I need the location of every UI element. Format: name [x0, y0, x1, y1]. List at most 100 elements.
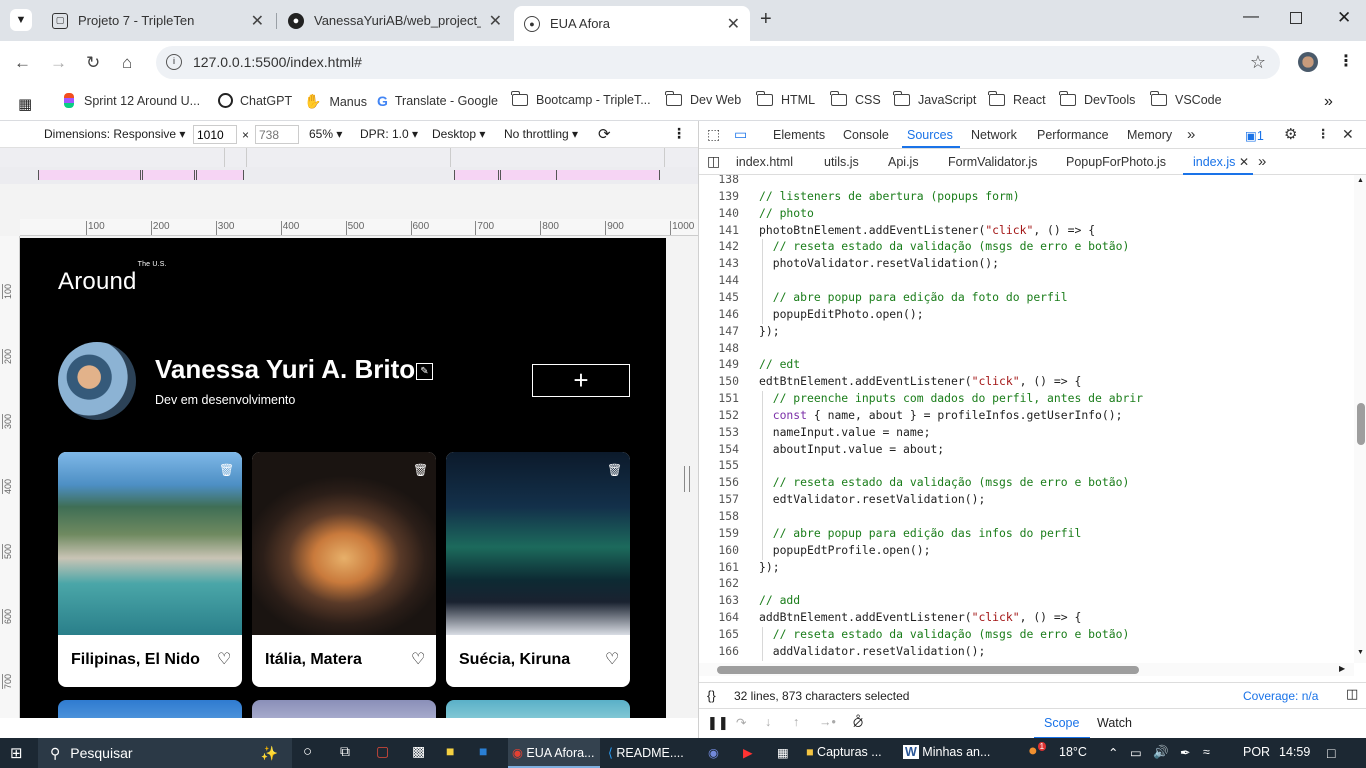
code-line[interactable]: });	[759, 560, 780, 574]
task-view-icon[interactable]: ⧉	[340, 743, 350, 760]
reload-icon[interactable]: ↻	[86, 53, 100, 73]
line-number[interactable]: 166	[699, 644, 739, 658]
more-bookmarks-chevron-icon[interactable]: »	[1324, 93, 1333, 111]
throttling-dropdown[interactable]: No throttling ▾	[504, 127, 578, 141]
tab-search-button[interactable]: ▼	[10, 9, 32, 31]
code-line[interactable]: // reseta estado da validação (msgs de e…	[759, 627, 1130, 641]
issues-badge[interactable]: ▣1	[1245, 128, 1264, 143]
bookmark-devtools[interactable]: DevTools	[1059, 91, 1135, 107]
line-number[interactable]: 145	[699, 290, 739, 304]
dimensions-dropdown[interactable]: Dimensions: Responsive ▾	[44, 127, 185, 141]
close-icon[interactable]: ✕	[251, 11, 264, 31]
more-tabs-chevron-icon[interactable]: »	[1187, 126, 1195, 143]
code-line[interactable]: photoBtnElement.addEventListener("click"…	[759, 223, 1095, 237]
deactivate-breakpoints-icon[interactable]: ⦲	[853, 714, 863, 731]
media-query-bar[interactable]	[0, 148, 698, 167]
star-icon[interactable]: ☆	[1250, 52, 1266, 73]
profile-avatar[interactable]	[58, 342, 136, 420]
code-line[interactable]: // photo	[759, 206, 814, 220]
drawer-toggle-icon[interactable]: ◫	[1346, 686, 1358, 702]
code-editor[interactable]: 138 139 // listeners de abertura (popups f…	[699, 175, 1354, 663]
more-options-icon[interactable]: ⋮	[672, 125, 686, 142]
line-number[interactable]: 162	[699, 576, 739, 590]
code-line[interactable]: photoValidator.resetValidation();	[759, 256, 999, 270]
navigator-toggle-icon[interactable]: ◫	[707, 153, 720, 170]
scroll-thumb[interactable]	[1357, 403, 1365, 445]
code-line[interactable]: addBtnElement.addEventListener("click", …	[759, 610, 1081, 624]
trash-icon[interactable]: 🗑	[607, 463, 622, 477]
line-number[interactable]: 147	[699, 324, 739, 338]
card-image[interactable]	[446, 452, 630, 635]
width-input[interactable]	[193, 125, 237, 144]
line-number[interactable]: 138	[699, 175, 739, 186]
code-line[interactable]: // add	[759, 593, 800, 607]
resize-handle-right[interactable]	[684, 466, 690, 492]
bookmark-sprint12[interactable]: Sprint 12 Around U...	[64, 93, 200, 108]
taskbar-word[interactable]: W Minhas an...	[903, 745, 990, 759]
explorer-icon[interactable]: ▩	[412, 743, 425, 760]
tab-sources[interactable]: Sources	[907, 128, 953, 142]
code-line[interactable]: // edt	[759, 357, 800, 371]
bookmark-css[interactable]: CSS	[830, 91, 881, 107]
step-into-icon[interactable]: ↓	[765, 715, 771, 729]
file-tab-index-html[interactable]: index.html	[736, 155, 793, 169]
card-image[interactable]	[252, 452, 436, 635]
tab-projeto7[interactable]: ▢ Projeto 7 - TripleTen ✕	[42, 6, 274, 35]
pause-icon[interactable]: ❚❚	[707, 715, 729, 731]
edit-profile-button[interactable]: ✎	[416, 363, 433, 380]
media-query-bar-min[interactable]	[0, 167, 698, 184]
line-number[interactable]: 148	[699, 341, 739, 355]
line-number[interactable]: 150	[699, 374, 739, 388]
line-number[interactable]: 139	[699, 189, 739, 203]
pretty-print-icon[interactable]: {}	[707, 688, 716, 703]
file-tab-api-js[interactable]: Api.js	[888, 155, 919, 169]
taskbar-chrome[interactable]: ◉ EUA Afora...	[508, 738, 600, 768]
bookmark-vscode[interactable]: VSCode	[1150, 91, 1222, 107]
notifications-icon[interactable]: □	[1327, 745, 1335, 761]
youtube-icon[interactable]: ▶	[743, 745, 753, 760]
line-number[interactable]: 163	[699, 593, 739, 607]
code-line[interactable]: edtValidator.resetValidation();	[759, 492, 986, 506]
code-line[interactable]: popupEditPhoto.open();	[759, 307, 924, 321]
zoom-dropdown[interactable]: 65% ▾	[309, 127, 342, 141]
forward-arrow-icon[interactable]: →	[50, 53, 67, 73]
file-tab-utils-js[interactable]: utils.js	[824, 155, 859, 169]
sticky-notes-icon[interactable]: ■	[446, 743, 454, 759]
taskbar-vscode[interactable]: ⟨ README....	[608, 745, 684, 760]
code-vertical-scrollbar[interactable]: ▲ ▼	[1354, 175, 1366, 663]
bookmark-translate[interactable]: G Translate - Google	[377, 93, 498, 109]
line-number[interactable]: 140	[699, 206, 739, 220]
height-input[interactable]	[255, 125, 299, 144]
code-line[interactable]: edtBtnElement.addEventListener("click", …	[759, 374, 1081, 388]
code-line[interactable]: const { name, about } = profileInfos.get…	[759, 408, 1123, 422]
code-line[interactable]: // listeners de abertura (popups form)	[759, 189, 1020, 203]
line-number[interactable]: 165	[699, 627, 739, 641]
bookmark-javascript[interactable]: JavaScript	[893, 91, 976, 107]
code-line[interactable]: // reseta estado da validação (msgs de e…	[759, 475, 1130, 489]
tab-elements[interactable]: Elements	[773, 128, 825, 142]
store-icon[interactable]: ▢	[376, 743, 389, 760]
trash-icon[interactable]: 🗑	[413, 463, 428, 477]
minimize-button[interactable]: —	[1243, 8, 1259, 26]
card-image[interactable]	[58, 452, 242, 635]
omnibox[interactable]: i 127.0.0.1:5500/index.html# ☆	[156, 46, 1280, 79]
more-files-chevron-icon[interactable]: »	[1258, 153, 1266, 170]
cortana-icon[interactable]: ○	[303, 743, 312, 760]
file-tab-popupforphoto-js[interactable]: PopupForPhoto.js	[1066, 155, 1166, 169]
weather-temp[interactable]: 18°C	[1059, 745, 1087, 759]
wifi-icon[interactable]: ≈	[1203, 745, 1210, 759]
line-number[interactable]: 151	[699, 391, 739, 405]
code-line[interactable]: // abre popup para edição da foto do per…	[759, 290, 1068, 304]
taskbar-search[interactable]: ⚲ Pesquisar ✨	[38, 738, 292, 768]
site-info-icon[interactable]: i	[166, 54, 182, 70]
line-number[interactable]: 141	[699, 223, 739, 237]
discord-icon[interactable]: ◉	[708, 745, 719, 760]
volume-icon[interactable]: 🔊	[1153, 745, 1169, 760]
language-indicator[interactable]: POR	[1243, 745, 1270, 759]
close-icon[interactable]: ✕	[489, 11, 502, 31]
step-icon[interactable]: →•	[819, 715, 836, 729]
restore-button[interactable]	[1290, 12, 1302, 24]
bookmark-manus[interactable]: ✋ Manus	[304, 93, 367, 110]
file-tab-index-js[interactable]: index.js	[1193, 155, 1235, 169]
code-line[interactable]: addValidator.resetValidation();	[759, 644, 986, 658]
